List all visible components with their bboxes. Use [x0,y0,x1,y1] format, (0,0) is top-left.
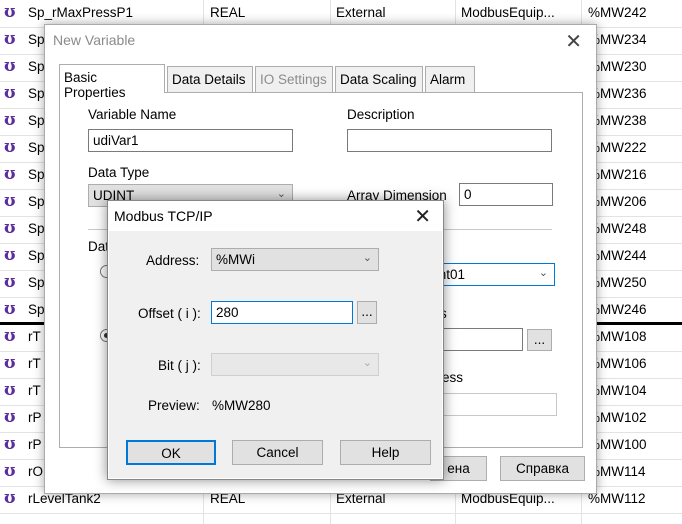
address-cell: %MW106 [588,356,647,371]
variable-icon: ʊ [4,29,16,49]
data-source-label: Dat [88,239,110,254]
tab-io-settings[interactable]: IO Settings [255,66,333,92]
address-cell: %MW238 [588,113,647,128]
variable-icon: ʊ [4,218,16,238]
help-button[interactable]: Справка [500,456,585,481]
modbus-dialog: Modbus TCP/IP ✕ Address: %MWi ⌄ Offset (… [107,200,444,480]
address-cell: %MW100 [588,437,647,452]
address-cell: %MW216 [588,167,647,182]
variable-icon: ʊ [4,488,16,508]
variable-icon: ʊ [4,434,16,454]
offset-label: Offset ( i ): [138,306,201,321]
address-input[interactable] [440,328,523,351]
chevron-down-icon: ⌄ [362,252,372,264]
address-cell: %MW102 [588,410,647,425]
address-cell: %MW206 [588,194,647,209]
variable-icon: ʊ [4,56,16,76]
variable-name-cell: Sp_rMaxPressP1 [28,5,134,20]
bit-label: Bit ( j ): [158,358,201,373]
offset-input[interactable]: 280 [211,301,353,324]
tab-alarm[interactable]: Alarm [425,66,475,92]
address-cell: %MW246 [588,302,647,317]
variable-icon: ʊ [4,110,16,130]
chevron-down-icon: ⌄ [538,267,548,279]
preview-label: Preview: [148,398,200,413]
cancel-button[interactable]: Cancel [232,440,323,465]
variable-icon: ʊ [4,326,16,346]
address-cell: %MW244 [588,248,647,263]
variable-icon: ʊ [4,353,16,373]
close-icon[interactable]: ✕ [565,29,582,54]
variable-icon: ʊ [4,407,16,427]
address-cell: %MW242 [588,5,647,20]
variable-icon: ʊ [4,299,16,319]
device-cell: ModbusEquip... [461,5,555,20]
address-value: %MWi [216,252,255,267]
address-cell: %MW112 [588,491,646,506]
tab-basic-properties[interactable]: Basic Properties [59,64,165,100]
address-cell: %MW108 [588,329,647,344]
source-cell: External [336,5,386,20]
preview-address-field [440,393,557,416]
close-icon[interactable]: ✕ [414,204,431,229]
address-cell: %MW250 [588,275,647,290]
tab-data-scaling[interactable]: Data Scaling [335,66,423,92]
variable-icon: ʊ [4,380,16,400]
array-dimension-input[interactable]: 0 [459,183,553,206]
address-cell: %MW104 [588,383,647,398]
modbus-dialog-body: Address: %MWi ⌄ Offset ( i ): 280 ... Bi… [109,231,442,478]
description-label: Description [347,107,415,122]
address-cell: %MW248 [588,221,647,236]
data-type-cell: REAL [210,5,246,20]
offset-browse-button[interactable]: ... [357,301,377,324]
tab-data-details[interactable]: Data Details [167,66,253,92]
variable-name-input[interactable]: udiVar1 [88,129,293,152]
preview-value: %MW280 [212,398,271,413]
address-label: Address: [146,253,200,268]
help-button[interactable]: Help [340,440,431,465]
dialog-title: New Variable [53,32,136,48]
variable-icon: ʊ [4,245,16,265]
variable-icon: ʊ [4,83,16,103]
address-cell: %MW234 [588,32,647,47]
ok-button[interactable]: OK [126,440,216,465]
variable-icon: ʊ [4,191,16,211]
variable-icon: ʊ [4,272,16,292]
variable-icon: ʊ [4,2,16,22]
address-cell: %MW222 [588,140,647,155]
address-cell: %MW236 [588,86,647,101]
variable-icon: ʊ [4,164,16,184]
address-browse-button[interactable]: ... [527,329,552,351]
variable-icon: ʊ [4,461,16,481]
bit-select[interactable]: ⌄ [211,353,379,376]
data-type-label: Data Type [88,165,150,180]
variable-name-label: Variable Name [88,107,177,122]
chevron-down-icon: ⌄ [362,357,372,369]
address-cell: %MW114 [588,464,646,479]
chevron-down-icon: ⌄ [276,188,286,200]
modbus-dialog-title: Modbus TCP/IP [114,208,213,224]
address-select[interactable]: %MWi ⌄ [211,248,379,271]
description-input[interactable] [347,129,552,152]
variable-icon: ʊ [4,137,16,157]
address-cell: %MW230 [588,59,647,74]
